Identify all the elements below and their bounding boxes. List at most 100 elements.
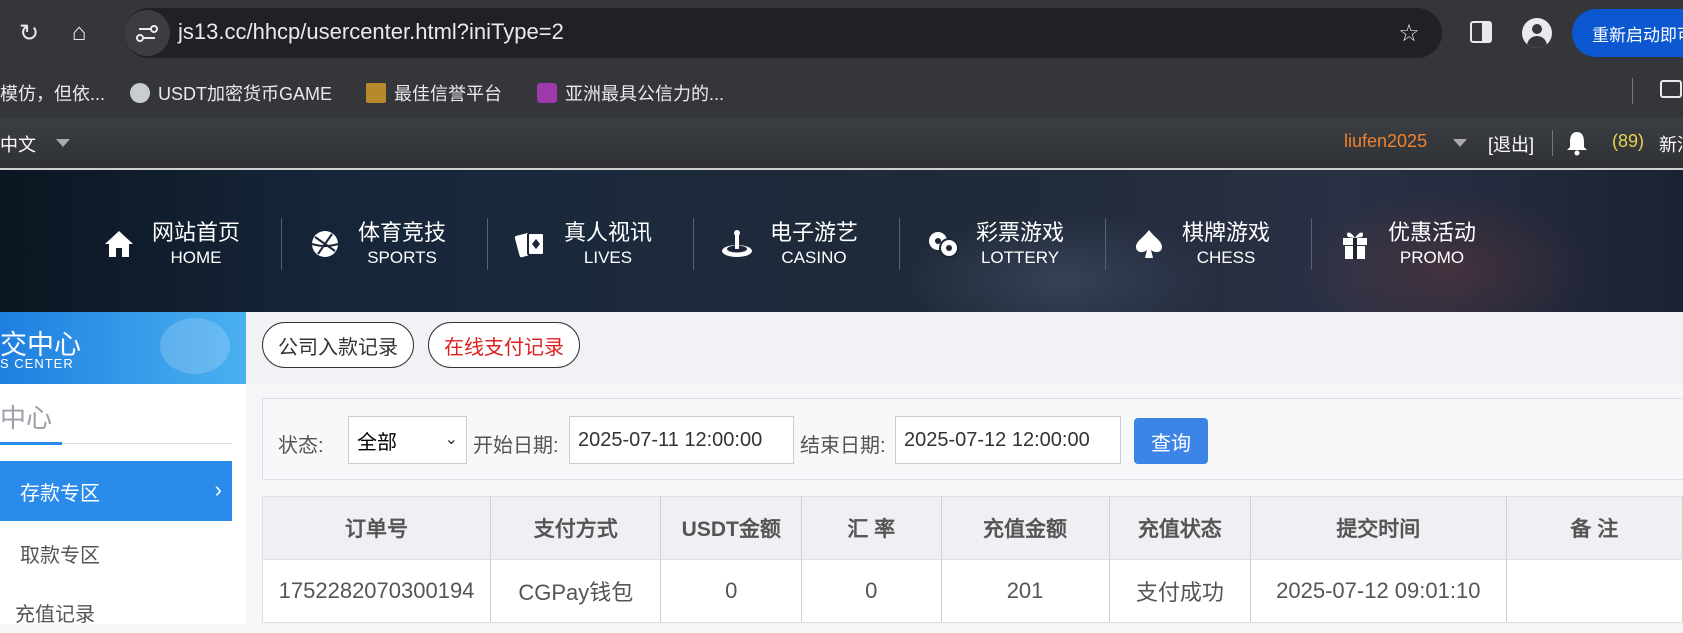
bookmark-label: 最佳信誉平台 (394, 84, 502, 104)
query-button[interactable]: 查询 (1134, 418, 1208, 464)
column-header: 提交时间 (1250, 496, 1507, 560)
sidebar-item-withdraw[interactable]: 取款专区 (20, 539, 100, 568)
home-icon[interactable]: ⌂ (64, 18, 94, 48)
language-select[interactable]: 中文 (0, 131, 36, 157)
bookmark-label: 亚洲最具公信力的... (565, 84, 725, 104)
chevron-down-icon: ⌄ (444, 431, 458, 448)
message-count[interactable]: (89) (1612, 131, 1644, 152)
side-panel-icon[interactable] (1470, 21, 1492, 43)
bookmark-label: 模仿，但依... (0, 84, 106, 104)
nav-label: 电子游艺 (770, 220, 859, 245)
home-icon (96, 221, 142, 267)
bell-icon[interactable] (1565, 130, 1589, 156)
sidebar-title-en: S CENTER (0, 356, 74, 371)
sidebar-subtitle: 中心 (0, 403, 53, 433)
end-date-input[interactable]: 2025-07-12 12:00:00 (895, 416, 1121, 464)
logout-link[interactable]: [退出] (1488, 131, 1534, 157)
sidebar-item-label: 存款专区 (20, 482, 100, 505)
nav-casino[interactable]: 电子游艺 CASINO (714, 214, 858, 274)
restart-button[interactable]: 重新启动即可 (1572, 9, 1683, 57)
nav-sublabel: CASINO (781, 248, 847, 267)
status-select[interactable]: 全部 ⌄ (348, 416, 467, 464)
reload-icon[interactable]: ↻ (14, 18, 44, 48)
payment-method-cell: CGPay钱包 (490, 559, 662, 623)
brand-icon (537, 83, 557, 103)
bookmarks-divider (1632, 78, 1633, 104)
nav-home[interactable]: 网站首页 HOME (96, 214, 240, 274)
column-header: USDT金额 (660, 496, 803, 560)
tab-company-deposit-records[interactable]: 公司入款记录 (262, 322, 414, 368)
gamepad-icon (160, 318, 230, 374)
nav-label: 棋牌游戏 (1182, 220, 1271, 245)
nav-promo[interactable]: 优惠活动 PROMO (1332, 214, 1476, 274)
site-topbar (0, 118, 1683, 170)
nav-sublabel: HOME (170, 248, 222, 267)
recharge-status-cell: 支付成功 (1109, 559, 1252, 623)
brand-icon (366, 83, 386, 103)
column-header: 充值状态 (1109, 496, 1252, 560)
column-header: 备 注 (1506, 496, 1683, 560)
profile-icon[interactable] (1522, 18, 1552, 48)
usdt-amount-cell: 0 (660, 559, 803, 623)
nav-sublabel: LIVES (583, 248, 633, 267)
username-link[interactable]: liufen2025 (1344, 131, 1427, 152)
chevron-down-icon[interactable] (56, 139, 70, 147)
nav-sublabel: PROMO (1399, 248, 1465, 267)
sidebar-divider-accent (0, 442, 62, 445)
column-header: 订单号 (261, 496, 492, 560)
remark-cell (1506, 559, 1683, 623)
nav-divider (487, 218, 488, 270)
bookmark-label: USDT加密货币GAME (158, 84, 333, 104)
nav-lives[interactable]: 真人视讯 LIVES (508, 214, 652, 274)
url-text[interactable]: js13.cc/hhcp/usercenter.html?iniType=2 (178, 19, 564, 45)
nav-sublabel: CHESS (1196, 248, 1256, 267)
nav-chess[interactable]: 棋牌游戏 CHESS (1126, 214, 1270, 274)
nav-label: 优惠活动 (1388, 220, 1477, 245)
globe-icon (130, 83, 150, 103)
status-label: 状态: (278, 435, 324, 457)
casino-icon (714, 221, 760, 267)
folder-icon[interactable] (1660, 80, 1682, 98)
submit-time-cell: 2025-07-12 09:01:10 (1250, 559, 1507, 623)
nav-label: 彩票游戏 (976, 220, 1065, 245)
sports-icon (302, 221, 348, 267)
table-row: 1752282070300194 CGPay钱包 0 0 201 支付成功 20… (261, 559, 1683, 623)
nav-divider (899, 218, 900, 270)
column-header: 汇 率 (801, 496, 942, 560)
message-label[interactable]: 新消息 (1659, 131, 1683, 157)
site-info-icon[interactable] (124, 10, 170, 56)
nav-sublabel: SPORTS (367, 248, 437, 267)
nav-sports[interactable]: 体育竞技 SPORTS (302, 214, 446, 274)
recharge-amount-cell: 201 (941, 559, 1110, 623)
spade-icon (1126, 221, 1172, 267)
start-date-label: 开始日期: (473, 435, 559, 457)
nav-divider (281, 218, 282, 270)
bookmark-item[interactable]: 模仿，但依... (0, 80, 105, 106)
sidebar-item-deposit[interactable]: 存款专区 › (0, 461, 232, 521)
chevron-down-icon[interactable] (1453, 139, 1467, 147)
column-header: 支付方式 (490, 496, 662, 560)
nav-divider (1105, 218, 1106, 270)
lottery-icon (920, 221, 966, 267)
order-id-cell: 1752282070300194 (261, 559, 492, 623)
sidebar-footer (0, 624, 246, 633)
sidebar-item-recharge-records[interactable]: 充值记录 (15, 598, 95, 627)
nav-divider (693, 218, 694, 270)
bookmark-star-icon[interactable]: ☆ (1394, 18, 1424, 48)
nav-label: 体育竞技 (358, 220, 447, 245)
cards-icon (508, 221, 554, 267)
start-date-input[interactable]: 2025-07-11 12:00:00 (569, 416, 794, 464)
bookmark-item[interactable]: USDT加密货币GAME (130, 80, 332, 106)
topbar-divider (1552, 130, 1553, 156)
bookmark-item[interactable]: 最佳信誉平台 (366, 80, 502, 106)
nav-lottery[interactable]: 彩票游戏 LOTTERY (920, 214, 1064, 274)
status-select-value: 全部 (357, 431, 397, 454)
nav-label: 真人视讯 (564, 220, 653, 245)
nav-label: 网站首页 (152, 220, 241, 245)
nav-divider (1311, 218, 1312, 270)
main-nav: 网站首页 HOME 体育竞技 SPORTS 真人视讯 LIVES 电子游艺 CASINO… (0, 170, 1683, 312)
bookmark-item[interactable]: 亚洲最具公信力的... (537, 80, 724, 106)
records-table: 订单号 支付方式 USDT金额 汇 率 充值金额 充值状态 提交时间 备 注 1… (261, 496, 1683, 623)
tab-online-payment-records[interactable]: 在线支付记录 (428, 322, 580, 368)
gift-icon (1332, 221, 1378, 267)
